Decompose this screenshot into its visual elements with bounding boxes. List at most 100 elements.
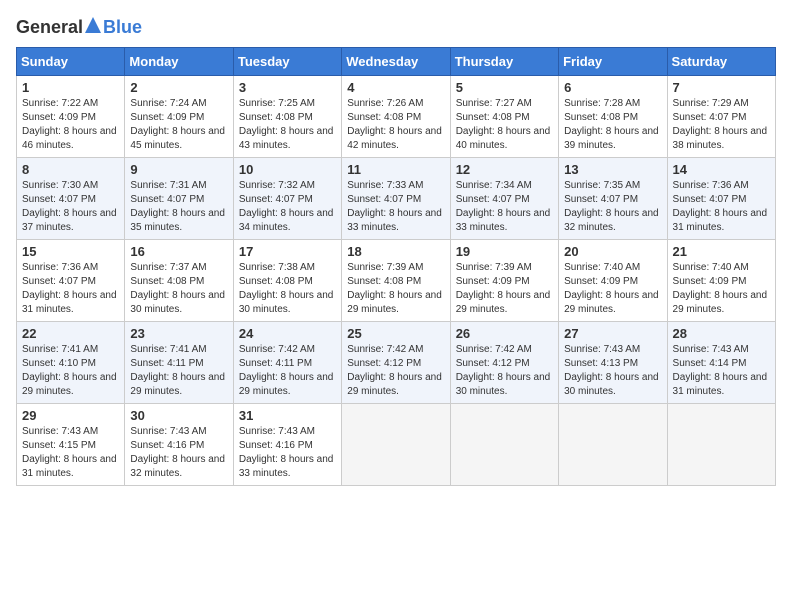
cell-info: Sunrise: 7:24 AMSunset: 4:09 PMDaylight:… xyxy=(130,98,225,151)
logo-triangle xyxy=(84,16,102,39)
calendar-cell xyxy=(342,404,450,486)
day-header-monday: Monday xyxy=(125,48,233,76)
day-number: 8 xyxy=(22,162,119,177)
day-number: 15 xyxy=(22,244,119,259)
cell-info: Sunrise: 7:32 AMSunset: 4:07 PMDaylight:… xyxy=(239,180,334,233)
day-header-wednesday: Wednesday xyxy=(342,48,450,76)
cell-info: Sunrise: 7:34 AMSunset: 4:07 PMDaylight:… xyxy=(456,180,551,233)
calendar-cell: 18Sunrise: 7:39 AMSunset: 4:08 PMDayligh… xyxy=(342,240,450,322)
calendar-cell: 7Sunrise: 7:29 AMSunset: 4:07 PMDaylight… xyxy=(667,76,775,158)
calendar-cell xyxy=(667,404,775,486)
day-number: 21 xyxy=(673,244,770,259)
cell-info: Sunrise: 7:30 AMSunset: 4:07 PMDaylight:… xyxy=(22,180,117,233)
cell-info: Sunrise: 7:39 AMSunset: 4:09 PMDaylight:… xyxy=(456,262,551,315)
calendar-cell: 14 Sunrise: 7:36 AMSunset: 4:07 PMDayligh… xyxy=(667,158,775,240)
day-number: 23 xyxy=(130,326,227,341)
day-header-tuesday: Tuesday xyxy=(233,48,341,76)
day-number: 29 xyxy=(22,408,119,423)
calendar-cell: 11 Sunrise: 7:33 AMSunset: 4:07 PMDayligh… xyxy=(342,158,450,240)
cell-info: Sunrise: 7:33 AMSunset: 4:07 PMDaylight:… xyxy=(347,180,442,233)
calendar-cell: 1Sunrise: 7:22 AMSunset: 4:09 PMDaylight… xyxy=(17,76,125,158)
day-number: 9 xyxy=(130,162,227,177)
calendar-cell: 23 Sunrise: 7:41 AMSunset: 4:11 PMDayligh… xyxy=(125,322,233,404)
calendar-cell: 26 Sunrise: 7:42 AMSunset: 4:12 PMDayligh… xyxy=(450,322,558,404)
cell-info: Sunrise: 7:35 AMSunset: 4:07 PMDaylight:… xyxy=(564,180,659,233)
day-number: 22 xyxy=(22,326,119,341)
calendar-week-5: 29 Sunrise: 7:43 AMSunset: 4:15 PMDayligh… xyxy=(17,404,776,486)
calendar-cell: 28Sunrise: 7:43 AMSunset: 4:14 PMDayligh… xyxy=(667,322,775,404)
logo-blue: Blue xyxy=(103,17,142,38)
day-number: 11 xyxy=(347,162,444,177)
calendar-header-row: SundayMondayTuesdayWednesdayThursdayFrid… xyxy=(17,48,776,76)
day-header-friday: Friday xyxy=(559,48,667,76)
cell-info: Sunrise: 7:22 AMSunset: 4:09 PMDaylight:… xyxy=(22,98,117,151)
day-number: 10 xyxy=(239,162,336,177)
logo: General Blue xyxy=(16,16,142,39)
cell-info: Sunrise: 7:38 AMSunset: 4:08 PMDaylight:… xyxy=(239,262,334,315)
cell-info: Sunrise: 7:42 AMSunset: 4:12 PMDaylight:… xyxy=(347,344,442,397)
logo-general: General xyxy=(16,17,83,38)
calendar-cell: 13Sunrise: 7:35 AMSunset: 4:07 PMDayligh… xyxy=(559,158,667,240)
calendar-cell: 29 Sunrise: 7:43 AMSunset: 4:15 PMDayligh… xyxy=(17,404,125,486)
calendar-cell: 24 Sunrise: 7:42 AMSunset: 4:11 PMDayligh… xyxy=(233,322,341,404)
day-number: 4 xyxy=(347,80,444,95)
calendar-cell: 15Sunrise: 7:36 AMSunset: 4:07 PMDayligh… xyxy=(17,240,125,322)
day-number: 20 xyxy=(564,244,661,259)
cell-info: Sunrise: 7:36 AMSunset: 4:07 PMDaylight:… xyxy=(673,180,768,233)
day-number: 17 xyxy=(239,244,336,259)
cell-info: Sunrise: 7:43 AMSunset: 4:13 PMDaylight:… xyxy=(564,344,659,397)
page-header: General Blue xyxy=(16,16,776,39)
cell-info: Sunrise: 7:43 AMSunset: 4:16 PMDaylight:… xyxy=(130,426,225,479)
calendar-cell: 9Sunrise: 7:31 AMSunset: 4:07 PMDaylight… xyxy=(125,158,233,240)
calendar-week-3: 15Sunrise: 7:36 AMSunset: 4:07 PMDayligh… xyxy=(17,240,776,322)
calendar-cell: 20Sunrise: 7:40 AMSunset: 4:09 PMDayligh… xyxy=(559,240,667,322)
cell-info: Sunrise: 7:25 AMSunset: 4:08 PMDaylight:… xyxy=(239,98,334,151)
day-header-thursday: Thursday xyxy=(450,48,558,76)
day-number: 6 xyxy=(564,80,661,95)
day-number: 16 xyxy=(130,244,227,259)
calendar-table: SundayMondayTuesdayWednesdayThursdayFrid… xyxy=(16,47,776,486)
calendar-cell: 30 Sunrise: 7:43 AMSunset: 4:16 PMDayligh… xyxy=(125,404,233,486)
day-number: 26 xyxy=(456,326,553,341)
cell-info: Sunrise: 7:40 AMSunset: 4:09 PMDaylight:… xyxy=(673,262,768,315)
calendar-cell xyxy=(559,404,667,486)
day-number: 19 xyxy=(456,244,553,259)
day-number: 5 xyxy=(456,80,553,95)
day-header-saturday: Saturday xyxy=(667,48,775,76)
cell-info: Sunrise: 7:27 AMSunset: 4:08 PMDaylight:… xyxy=(456,98,551,151)
calendar-cell xyxy=(450,404,558,486)
day-number: 30 xyxy=(130,408,227,423)
calendar-cell: 17 Sunrise: 7:38 AMSunset: 4:08 PMDayligh… xyxy=(233,240,341,322)
calendar-cell: 8 Sunrise: 7:30 AMSunset: 4:07 PMDaylight… xyxy=(17,158,125,240)
day-header-sunday: Sunday xyxy=(17,48,125,76)
calendar-cell: 2 Sunrise: 7:24 AMSunset: 4:09 PMDaylight… xyxy=(125,76,233,158)
calendar-cell: 16Sunrise: 7:37 AMSunset: 4:08 PMDayligh… xyxy=(125,240,233,322)
day-number: 27 xyxy=(564,326,661,341)
cell-info: Sunrise: 7:42 AMSunset: 4:11 PMDaylight:… xyxy=(239,344,334,397)
day-number: 24 xyxy=(239,326,336,341)
day-number: 14 xyxy=(673,162,770,177)
cell-info: Sunrise: 7:43 AMSunset: 4:14 PMDaylight:… xyxy=(673,344,768,397)
calendar-week-4: 22 Sunrise: 7:41 AMSunset: 4:10 PMDayligh… xyxy=(17,322,776,404)
calendar-week-1: 1Sunrise: 7:22 AMSunset: 4:09 PMDaylight… xyxy=(17,76,776,158)
calendar-week-2: 8 Sunrise: 7:30 AMSunset: 4:07 PMDaylight… xyxy=(17,158,776,240)
day-number: 25 xyxy=(347,326,444,341)
day-number: 18 xyxy=(347,244,444,259)
calendar-cell: 25 Sunrise: 7:42 AMSunset: 4:12 PMDayligh… xyxy=(342,322,450,404)
day-number: 3 xyxy=(239,80,336,95)
day-number: 2 xyxy=(130,80,227,95)
cell-info: Sunrise: 7:28 AMSunset: 4:08 PMDaylight:… xyxy=(564,98,659,151)
cell-info: Sunrise: 7:41 AMSunset: 4:11 PMDaylight:… xyxy=(130,344,225,397)
calendar-cell: 10 Sunrise: 7:32 AMSunset: 4:07 PMDayligh… xyxy=(233,158,341,240)
calendar-cell: 3 Sunrise: 7:25 AMSunset: 4:08 PMDaylight… xyxy=(233,76,341,158)
cell-info: Sunrise: 7:42 AMSunset: 4:12 PMDaylight:… xyxy=(456,344,551,397)
calendar-cell: 5 Sunrise: 7:27 AMSunset: 4:08 PMDaylight… xyxy=(450,76,558,158)
cell-info: Sunrise: 7:41 AMSunset: 4:10 PMDaylight:… xyxy=(22,344,117,397)
cell-info: Sunrise: 7:43 AMSunset: 4:15 PMDaylight:… xyxy=(22,426,117,479)
calendar-body: 1Sunrise: 7:22 AMSunset: 4:09 PMDaylight… xyxy=(17,76,776,486)
day-number: 31 xyxy=(239,408,336,423)
calendar-cell: 4Sunrise: 7:26 AMSunset: 4:08 PMDaylight… xyxy=(342,76,450,158)
calendar-cell: 22 Sunrise: 7:41 AMSunset: 4:10 PMDayligh… xyxy=(17,322,125,404)
cell-info: Sunrise: 7:43 AMSunset: 4:16 PMDaylight:… xyxy=(239,426,334,479)
calendar-cell: 27 Sunrise: 7:43 AMSunset: 4:13 PMDayligh… xyxy=(559,322,667,404)
